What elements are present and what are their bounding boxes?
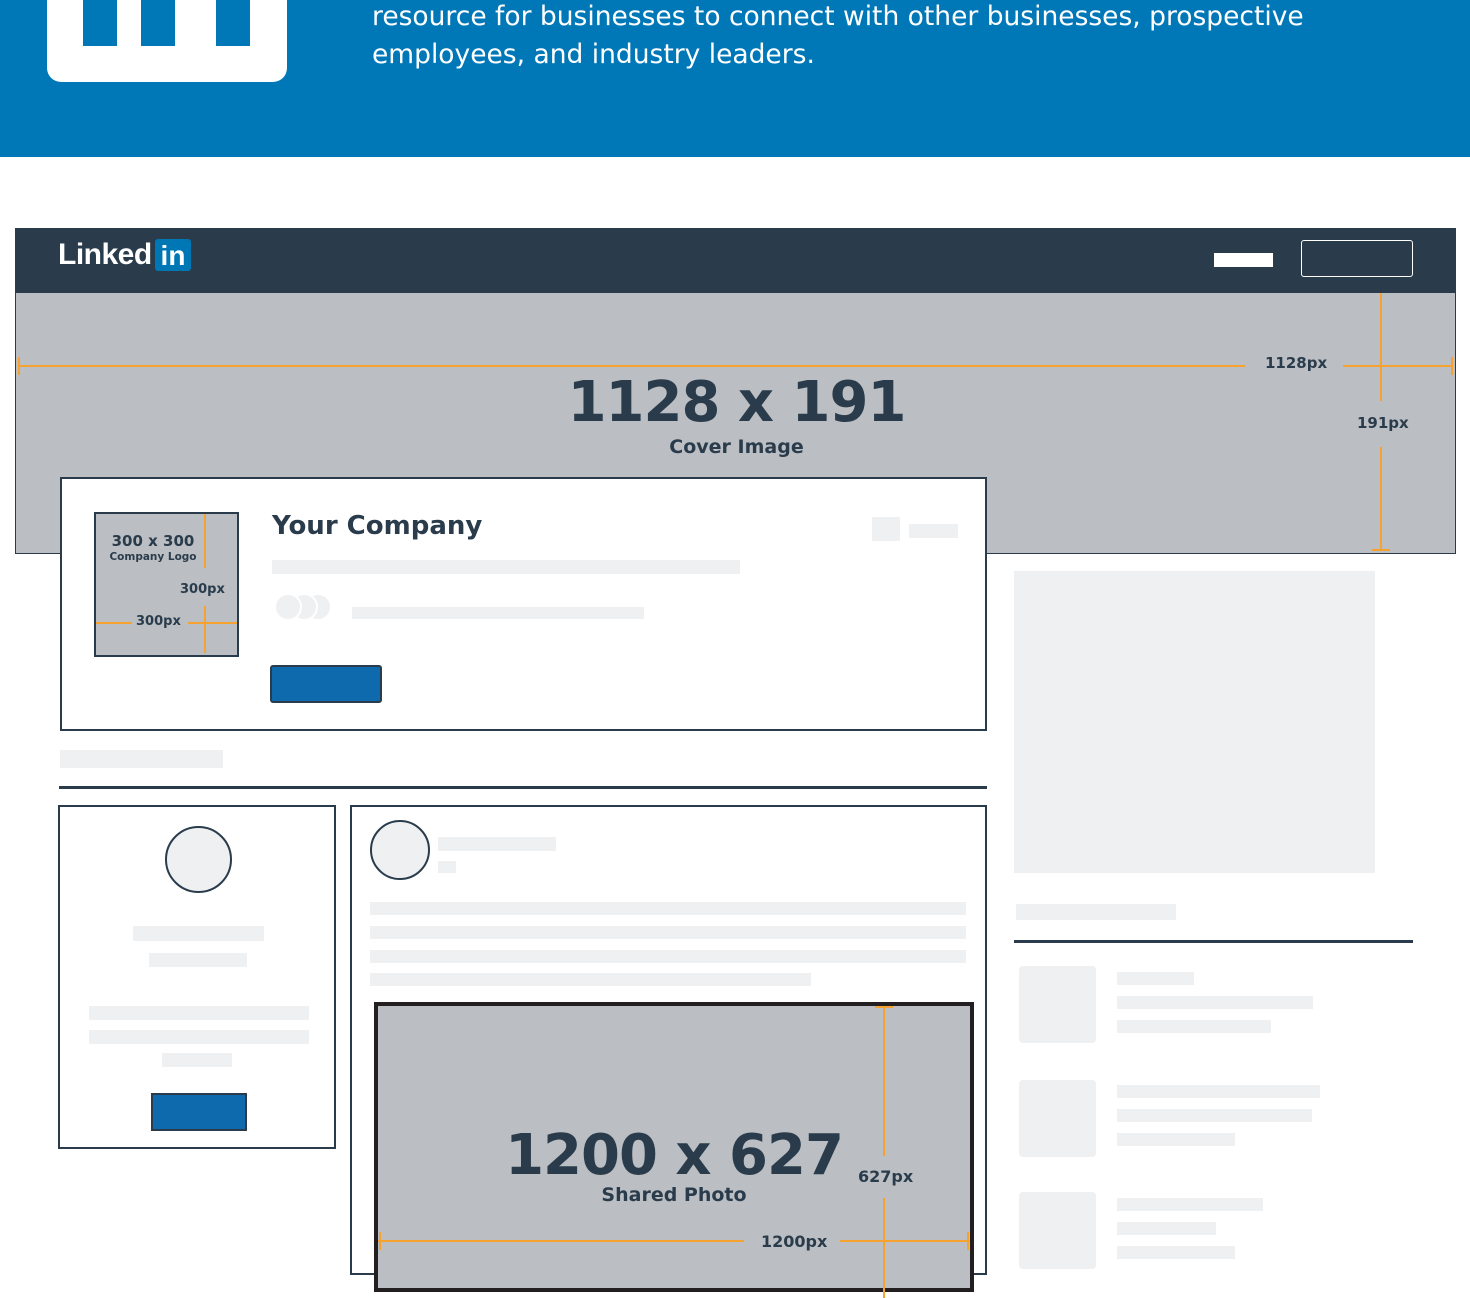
sidebar-item-text (1117, 1246, 1235, 1259)
logo-width-line (96, 622, 132, 624)
sidebar-item-text (1117, 1020, 1271, 1033)
tab-placeholder[interactable] (60, 750, 223, 768)
photo-width-tick (967, 1232, 969, 1250)
sidebar-item-text (1117, 1109, 1312, 1122)
logo-bar (83, 0, 117, 46)
logo-dimensions-title: 300 x 300 (111, 532, 195, 550)
banner-description: resource for businesses to connect with … (372, 0, 1372, 74)
follower-avatars (272, 591, 342, 623)
post-text-placeholder (370, 902, 966, 915)
sidebar-ad-placeholder (1014, 571, 1375, 873)
photo-height-tick (875, 1006, 893, 1008)
card-icon-placeholder[interactable] (872, 517, 900, 541)
photo-dimensions-title: 1200 x 627 (505, 1123, 844, 1188)
company-logo: 300 x 300 Company Logo 300px 300px (94, 512, 239, 657)
cover-subtitle: Cover Image (669, 436, 804, 458)
logo-bar (141, 0, 175, 46)
sidebar-item-thumbnail[interactable] (1019, 1080, 1096, 1157)
followers-text-placeholder (352, 607, 644, 619)
sidebar-item-text (1117, 1222, 1216, 1235)
photo-width-line (840, 1240, 970, 1242)
cover-dimensions-title: 1128 x 191 (567, 370, 907, 435)
follow-button[interactable] (270, 665, 382, 703)
company-card: 300 x 300 Company Logo 300px 300px Your … (60, 477, 987, 731)
post-text-placeholder (370, 950, 966, 963)
logo-height-line (204, 514, 206, 568)
text-placeholder (162, 1053, 232, 1067)
sidebar-item-thumbnail[interactable] (1019, 966, 1096, 1043)
post-author-avatar (370, 820, 430, 880)
name-placeholder (133, 926, 264, 941)
nav-link-placeholder[interactable] (1214, 253, 1273, 267)
photo-width-label: 1200px (761, 1232, 828, 1251)
tagline-placeholder (272, 560, 740, 574)
banner-text-line: employees, and industry leaders. (372, 39, 815, 70)
post-text-placeholder (370, 973, 811, 986)
cover-width-line (19, 365, 1245, 367)
post-card: 627px 1200px 1200 x 627 Shared Photo (350, 805, 987, 1298)
title-placeholder (149, 953, 247, 967)
top-banner: resource for businesses to connect with … (0, 0, 1470, 157)
company-name: Your Company (272, 511, 483, 541)
avatar (165, 826, 232, 893)
left-profile-card (58, 805, 336, 1149)
logo-height-line (204, 606, 206, 653)
sidebar-item-thumbnail[interactable] (1019, 1192, 1096, 1269)
shared-photo: 627px 1200px 1200 x 627 Shared Photo (374, 1002, 974, 1298)
section-divider (59, 786, 987, 789)
photo-subtitle: Shared Photo (601, 1184, 747, 1206)
sidebar-divider (1014, 940, 1413, 943)
nav-button-placeholder[interactable] (1301, 240, 1413, 277)
logo-width-label: 300px (136, 614, 181, 629)
follower-avatar (274, 593, 302, 621)
logo-subtitle: Company Logo (109, 551, 197, 563)
photo-width-line (378, 1240, 744, 1242)
logo-width-line (188, 622, 237, 624)
sidebar-item-text (1117, 1133, 1235, 1146)
sidebar-item-text (1117, 996, 1313, 1009)
cover-height-tick (1372, 549, 1390, 551)
text-placeholder (89, 1006, 309, 1020)
photo-width-tick (379, 1232, 381, 1250)
cover-height-line (1380, 447, 1382, 551)
text-placeholder (89, 1030, 309, 1044)
author-name-placeholder (438, 837, 556, 851)
card-text-placeholder (909, 524, 958, 538)
profile-action-button[interactable] (151, 1093, 247, 1131)
banner-text-line: resource for businesses to connect with … (372, 1, 1304, 32)
post-meta-placeholder (438, 861, 456, 873)
sidebar-item-text (1117, 1198, 1263, 1211)
sidebar-item-text (1117, 1085, 1320, 1098)
logo-height-label: 300px (180, 582, 225, 597)
sidebar-heading-placeholder (1016, 904, 1176, 920)
sidebar-item-text (1117, 972, 1194, 985)
linkedin-logo-icon (47, 0, 287, 82)
brand-word: Linked (58, 238, 152, 271)
logo-bar (216, 0, 250, 46)
cover-width-label: 1128px (1265, 354, 1328, 372)
brand-in-box: in (155, 239, 191, 271)
photo-height-line (883, 1198, 885, 1298)
linkedin-top-nav: Linked in (15, 228, 1456, 293)
cover-width-line (1343, 365, 1453, 367)
post-text-placeholder (370, 926, 966, 939)
